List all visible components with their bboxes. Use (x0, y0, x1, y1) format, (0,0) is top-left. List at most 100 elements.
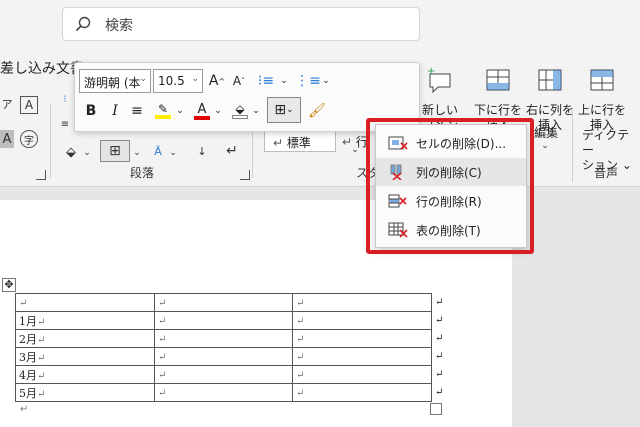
insert-below-button[interactable]: 下に行を 挿入 (472, 66, 524, 133)
table-cell[interactable]: ↵ (15, 293, 155, 312)
delete-columns-icon (390, 164, 402, 180)
table-cell[interactable]: ↵ (292, 329, 432, 348)
show-formatting-icon[interactable]: ↵ (222, 140, 242, 162)
font-dialog-launcher[interactable] (36, 170, 46, 180)
table-cell[interactable]: 1月↵ (15, 311, 155, 330)
mini-toolbar: 游明朝 (本 ⌄ 10.5 ⌄ A ^ Aˇ ⁝≡ ⌄ ⋮≡ ⌄ B I ≡ ✎ … (74, 62, 420, 132)
highlight-dropdown-icon[interactable]: ⌄ (175, 99, 185, 123)
table-cell[interactable]: ↵ (154, 329, 293, 348)
search-icon (75, 16, 91, 32)
group-separator (572, 110, 573, 182)
table-cell[interactable]: ↵ (154, 365, 293, 384)
cell-text: 4月 (19, 368, 37, 382)
character-border-icon[interactable]: A (20, 96, 38, 114)
table-cell[interactable]: ↵ (292, 365, 432, 384)
bold-button[interactable]: B (81, 99, 101, 123)
phonetic-guide-icon[interactable]: ア (0, 94, 14, 114)
shading-icon[interactable]: ⬙ (60, 142, 82, 162)
paragraph-mark-icon: ↵ (296, 388, 305, 399)
table-cell[interactable]: ↵ (292, 311, 432, 330)
table-cell[interactable]: 2月↵ (15, 329, 155, 348)
table-cell[interactable]: ↵ (154, 383, 293, 402)
align-left-icon[interactable]: ≡ (58, 116, 72, 132)
table-cell[interactable]: ↵ (154, 311, 293, 330)
table-cell[interactable]: 4月↵ (15, 365, 155, 384)
menu-item-delete-table[interactable]: 表の削除(T) (376, 216, 526, 244)
bullets-button[interactable]: ⁝≡ (253, 69, 279, 93)
table-cell[interactable]: ↵ (292, 383, 432, 402)
font-size-select[interactable]: 10.5 ⌄ (153, 69, 203, 93)
menu-item-delete-cells[interactable]: セルの削除(D)... (376, 129, 526, 157)
bullets-dropdown-icon[interactable]: ⌄ (279, 69, 289, 93)
table-cell[interactable]: ↵ (154, 347, 293, 366)
borders-button[interactable]: ⊞ ⌄ (267, 97, 301, 123)
paragraph-dialog-launcher[interactable] (240, 170, 250, 180)
menu-item-label: 列の削除(C) (416, 165, 482, 180)
menu-item-label: セルの削除(D)... (416, 136, 507, 151)
style-normal[interactable]: ↵ 標準 (264, 130, 336, 152)
chevron-down-icon: ⌄ (139, 74, 147, 84)
table-cell[interactable]: ↵ (292, 293, 432, 312)
insert-below-label-1: 下に行を (473, 103, 522, 117)
insert-above-label-1: 上に行を (577, 103, 626, 117)
numbering-button[interactable]: ⋮≡ (295, 69, 321, 93)
table-cell[interactable]: ↵ (154, 293, 293, 312)
svg-text:+: + (427, 66, 435, 77)
grow-font-button[interactable]: A ^ (207, 69, 227, 93)
insert-right-button[interactable]: 右に列を 挿入 (524, 66, 576, 133)
character-shading-icon[interactable]: A (0, 130, 14, 148)
highlighter-icon: ✎ (157, 102, 169, 116)
search-placeholder: 検索 (105, 18, 133, 34)
italic-button[interactable]: I (105, 99, 125, 123)
font-color-a-icon: A (197, 101, 207, 117)
font-color-dropdown-icon[interactable]: ⌄ (213, 99, 223, 123)
asian-layout-dropdown-icon[interactable]: ⌄ (168, 146, 178, 160)
borders-icon[interactable]: ⊞ (100, 140, 130, 162)
editing-dropdown-icon[interactable]: ⌄ (540, 140, 550, 152)
cell-text: 1月 (19, 314, 37, 328)
align-center-button[interactable]: ≡ (127, 99, 147, 123)
tab-mailmerge[interactable]: 差し込み文書 (0, 58, 84, 78)
enclose-characters-icon[interactable]: 字 (20, 130, 38, 148)
paragraph-mark-icon: ↵ (273, 136, 287, 150)
shading-button[interactable]: ⬙ (229, 99, 251, 123)
table-row: 2月↵ ↵ ↵ ↵ (15, 329, 447, 348)
document-table[interactable]: ↵ ↵ ↵ ↵ 1月↵ ↵ ↵ ↵ 2月↵ ↵ ↵ ↵ 3月↵ ↵ ↵ ↵ 4月↵ ↵ ↵ ↵ 5月↵ ↵ ↵ ↵ (15, 293, 447, 402)
font-name-select[interactable]: 游明朝 (本 ⌄ (79, 69, 151, 93)
shrink-font-button[interactable]: Aˇ (229, 69, 249, 93)
paragraph-mark-icon: ↵ (37, 370, 46, 382)
font-color-button[interactable]: A (191, 99, 213, 123)
menu-item-delete-columns[interactable]: 列の削除(C) (376, 158, 526, 186)
highlight-button[interactable]: ✎ (151, 99, 175, 123)
insert-above-button[interactable]: 上に行を 挿入 (576, 66, 628, 133)
search-box[interactable]: 検索 (62, 7, 420, 41)
shading-dropdown-icon[interactable]: ⌄ (82, 146, 92, 160)
delete-dropdown-menu: セルの削除(D)... 列の削除(C) 行の削除(R) 表の削除(T) (375, 124, 527, 248)
font-size-value: 10.5 (158, 74, 185, 88)
paragraph-mark-icon: ↵ (296, 334, 305, 345)
menu-item-label: 表の削除(T) (416, 223, 481, 238)
title-bar: 検索 (0, 0, 640, 54)
sort-icon[interactable]: ↓ (192, 140, 212, 162)
table-move-handle-icon[interactable]: ✥ (2, 278, 16, 292)
table-cell[interactable]: 3月↵ (15, 347, 155, 366)
shading-dropdown-icon[interactable]: ⌄ (251, 99, 261, 123)
numbering-dropdown-icon[interactable]: ⌄ (321, 69, 331, 93)
table-resize-handle[interactable] (430, 403, 442, 415)
table-cell[interactable]: 5月↵ (15, 383, 155, 402)
insert-dropdown-icon[interactable]: ⌄ (350, 144, 360, 156)
paragraph-mark-icon: ↵ (158, 388, 167, 399)
borders-dropdown-icon[interactable]: ⌄ (132, 146, 142, 160)
paragraph-mark-icon: ↵ (158, 334, 167, 345)
asian-layout-icon[interactable]: Ä (148, 140, 168, 162)
menu-item-delete-rows[interactable]: 行の削除(R) (376, 187, 526, 215)
row-end-mark: ↵ (435, 297, 444, 308)
new-comment-icon: + (427, 66, 451, 94)
paragraph-mark-icon: ↵ (296, 370, 305, 381)
bullets-icon-partial[interactable]: ⁝ (58, 90, 72, 108)
delete-rows-icon (388, 194, 407, 208)
highlight-color-bar (155, 115, 171, 119)
editing-label[interactable]: 編集 (534, 124, 558, 141)
format-painter-button[interactable]: 🖌 (307, 99, 327, 123)
table-cell[interactable]: ↵ (292, 347, 432, 366)
